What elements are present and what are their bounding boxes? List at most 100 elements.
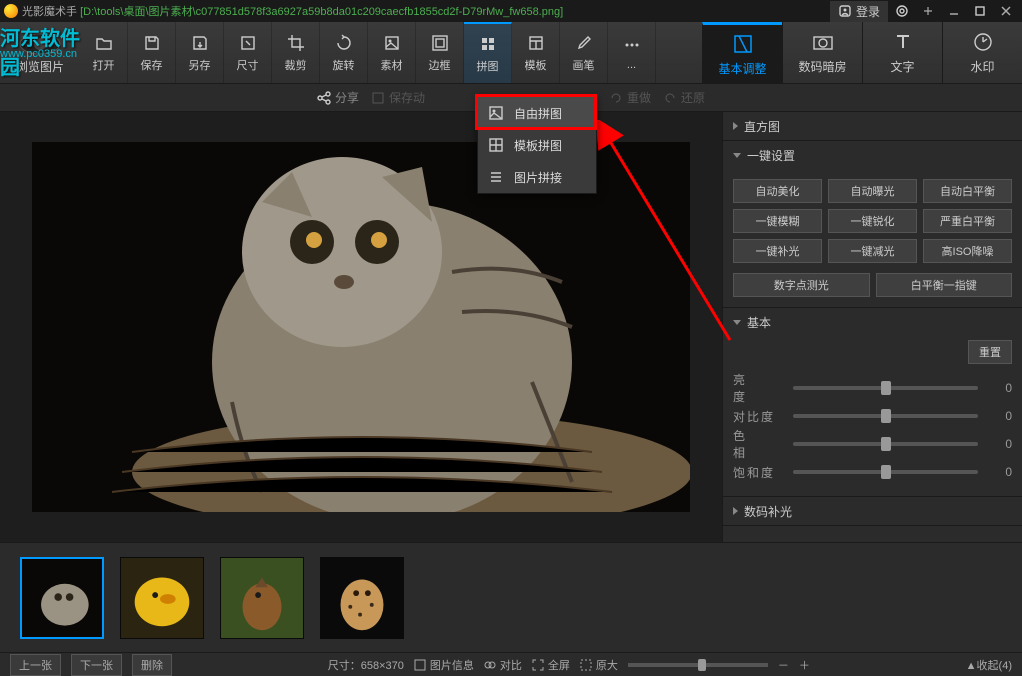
whitebalance-onekey-button[interactable]: 白平衡一指键 (876, 273, 1013, 297)
minimize-button[interactable] (942, 2, 966, 20)
hue-slider[interactable] (793, 442, 978, 446)
thumbnail-3[interactable] (220, 557, 304, 639)
thumbnail-4[interactable] (320, 557, 404, 639)
app-logo-icon (4, 4, 18, 18)
original-icon (580, 659, 592, 671)
brush-icon (574, 33, 594, 53)
contrast-slider[interactable] (793, 414, 978, 418)
oneclick-sharpen-button[interactable]: 一键锐化 (828, 209, 917, 233)
size-button[interactable]: 尺寸 (224, 22, 272, 83)
section-digitalfill[interactable]: 数码补光 (723, 497, 1022, 525)
high-iso-denoise-button[interactable]: 高ISO降噪 (923, 239, 1012, 263)
restore-button: 还原 (663, 89, 705, 106)
tab-text[interactable]: 文字 (862, 22, 942, 83)
open-button[interactable]: 打开 (80, 22, 128, 83)
collage-dropdown: 自由拼图 模板拼图 图片拼接 (477, 96, 597, 194)
next-button[interactable]: 下一张 (71, 654, 122, 676)
brush-button[interactable]: 画笔 (560, 22, 608, 83)
thumbnail-1[interactable] (20, 557, 104, 639)
settings-icon[interactable] (890, 2, 914, 20)
brightness-slider[interactable] (793, 386, 978, 390)
prev-button[interactable]: 上一张 (10, 654, 61, 676)
window-title: 光影魔术手 [D:\tools\桌面\图片素材\c077851d578f3a69… (22, 3, 830, 19)
canvas-image (32, 142, 690, 512)
template-icon (526, 33, 546, 53)
template-button[interactable]: 模板 (512, 22, 560, 83)
auto-whitebalance-button[interactable]: 自动白平衡 (923, 179, 1012, 203)
maximize-button[interactable] (968, 2, 992, 20)
thumbnail-2[interactable] (120, 557, 204, 639)
oneclick-reducelight-button[interactable]: 一键减光 (828, 239, 917, 263)
template-collage-item[interactable]: 模板拼图 (478, 129, 596, 161)
contrast-slider-row: 对比度 0 (733, 402, 1012, 430)
image-splice-item[interactable]: 图片拼接 (478, 161, 596, 193)
tab-darkroom[interactable]: 数码暗房 (782, 22, 862, 83)
free-collage-item[interactable]: 自由拼图 (478, 97, 596, 129)
chevron-right-icon (733, 507, 738, 515)
canvas-area[interactable] (0, 112, 722, 542)
more-button[interactable]: ... (608, 22, 656, 83)
saturation-slider-row: 饱和度 0 (733, 458, 1012, 486)
section-histogram[interactable]: 直方图 (723, 112, 1022, 140)
reset-button[interactable]: 重置 (968, 340, 1012, 364)
collapse-button[interactable]: ▲收起(4) (966, 657, 1012, 673)
hue-slider-row: 色相 0 (733, 430, 1012, 458)
save-action-button: 保存动 (371, 89, 425, 106)
thumbnail-strip (0, 542, 1022, 652)
slider-thumb[interactable] (698, 659, 706, 671)
delete-button[interactable]: 删除 (132, 654, 172, 676)
titlebar: 光影魔术手 [D:\tools\桌面\图片素材\c077851d578f3a69… (0, 0, 1022, 22)
auto-beautify-button[interactable]: 自动美化 (733, 179, 822, 203)
chevron-right-icon (733, 122, 738, 130)
saturation-slider[interactable] (793, 470, 978, 474)
watermark-icon (971, 30, 995, 54)
fullscreen-icon (532, 659, 544, 671)
slider-thumb[interactable] (881, 437, 891, 451)
more-icon (622, 35, 642, 55)
rotate-button[interactable]: 旋转 (320, 22, 368, 83)
crop-button[interactable]: 裁剪 (272, 22, 320, 83)
save-icon (142, 33, 162, 53)
redo-icon (609, 91, 623, 105)
oneclick-filllight-button[interactable]: 一键补光 (733, 239, 822, 263)
eye-icon (18, 30, 62, 58)
zoom-slider[interactable] (628, 663, 768, 667)
browse-button[interactable]: 河东软件园 www.pc0359.cn 浏览图片 (0, 22, 80, 83)
tab-watermark[interactable]: 水印 (942, 22, 1022, 83)
brightness-slider-row: 亮度 0 (733, 374, 1012, 402)
crop-icon (286, 33, 306, 53)
oneclick-blur-button[interactable]: 一键模糊 (733, 209, 822, 233)
pin-icon[interactable] (916, 2, 940, 20)
login-button[interactable]: 登录 (830, 1, 888, 22)
border-icon (430, 33, 450, 53)
save-button[interactable]: 保存 (128, 22, 176, 83)
slider-thumb[interactable] (881, 409, 891, 423)
fullscreen-button[interactable]: 全屏 (532, 657, 570, 673)
adjust-icon (731, 32, 755, 56)
saveas-icon (190, 33, 210, 53)
tab-basic-adjust[interactable]: 基本调整 (702, 22, 782, 83)
zoom-minus-icon[interactable]: － (778, 657, 789, 673)
restore-icon (663, 91, 677, 105)
section-basic[interactable]: 基本 (723, 308, 1022, 336)
share-button[interactable]: 分享 (317, 89, 359, 106)
close-button[interactable] (994, 2, 1018, 20)
section-oneclick[interactable]: 一键设置 (723, 141, 1022, 169)
text-icon (891, 30, 915, 54)
digital-spot-meter-button[interactable]: 数字点测光 (733, 273, 870, 297)
auto-exposure-button[interactable]: 自动曝光 (828, 179, 917, 203)
heavy-whitebalance-button[interactable]: 严重白平衡 (923, 209, 1012, 233)
original-size-button[interactable]: 原大 (580, 657, 618, 673)
camera-icon (811, 30, 835, 54)
material-button[interactable]: 素材 (368, 22, 416, 83)
image-info-button[interactable]: 图片信息 (414, 657, 474, 673)
compare-button[interactable]: 对比 (484, 657, 522, 673)
collage-button[interactable]: 拼图 (464, 22, 512, 83)
list-icon (488, 169, 504, 185)
saveas-button[interactable]: 另存 (176, 22, 224, 83)
slider-thumb[interactable] (881, 465, 891, 479)
share-icon (317, 91, 331, 105)
slider-thumb[interactable] (881, 381, 891, 395)
border-button[interactable]: 边框 (416, 22, 464, 83)
zoom-plus-icon[interactable]: ＋ (799, 657, 810, 673)
